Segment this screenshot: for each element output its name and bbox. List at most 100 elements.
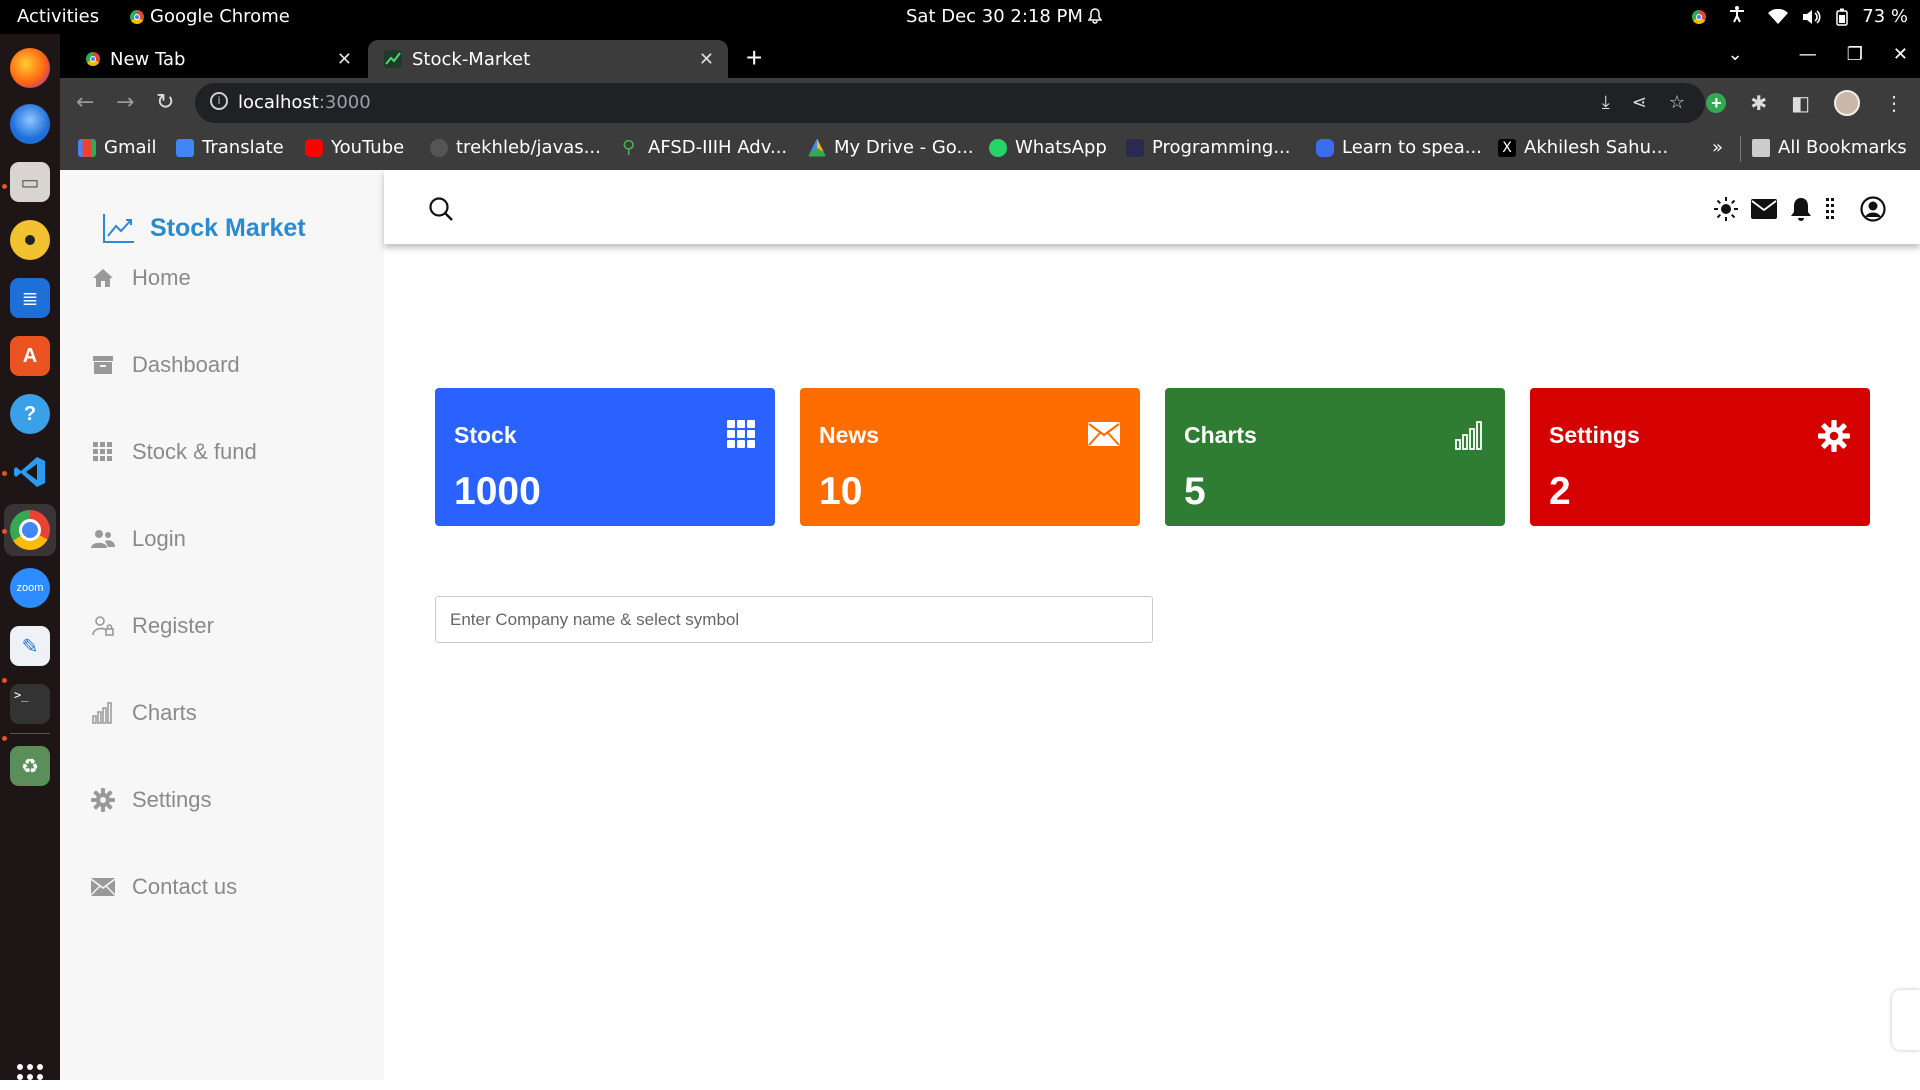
rhythmbox-icon[interactable] xyxy=(10,220,50,260)
sidebar-item-label: Login xyxy=(132,526,186,551)
share-icon[interactable]: ⋖ xyxy=(1632,92,1647,113)
close-tab-icon[interactable]: ✕ xyxy=(699,49,714,70)
bookmark-afsd[interactable]: ⚲ AFSD-IIIH Adv... xyxy=(622,137,787,158)
all-bookmarks-button[interactable]: All Bookmarks xyxy=(1752,137,1907,158)
minimize-icon[interactable]: — xyxy=(1799,44,1817,65)
programming-icon xyxy=(1126,138,1144,157)
bookmark-learn[interactable]: Learn to spea... xyxy=(1316,137,1482,158)
tab-new-tab[interactable]: New Tab ✕ xyxy=(70,40,366,78)
brand-logo[interactable]: Stock Market xyxy=(102,212,306,244)
bookmark-star-icon[interactable]: ☆ xyxy=(1669,92,1685,113)
tab-stock-market[interactable]: Stock-Market ✕ xyxy=(368,40,728,78)
app-menu[interactable]: Google Chrome xyxy=(130,6,290,27)
bar-chart-icon xyxy=(90,700,116,726)
status-indicators[interactable]: 73 % xyxy=(1768,6,1908,27)
running-indicator xyxy=(2,471,7,476)
clock[interactable]: Sat Dec 30 2:18 PM xyxy=(906,6,1083,27)
chrome-menu-icon[interactable]: ⋮ xyxy=(1884,91,1904,116)
stat-card-stock[interactable]: Stock 1000 xyxy=(435,388,775,526)
users-icon xyxy=(90,526,116,552)
sidebar-item-register[interactable]: Register xyxy=(90,613,214,639)
new-tab-button[interactable]: + xyxy=(746,42,762,74)
thunderbird-icon[interactable] xyxy=(10,104,50,144)
bookmark-label: My Drive - Go... xyxy=(834,137,974,158)
running-indicator xyxy=(2,184,7,189)
install-app-icon[interactable]: ⤓ xyxy=(1602,92,1610,113)
tab-search-icon[interactable]: ⌄ xyxy=(1728,44,1743,65)
stat-card-news[interactable]: News 10 xyxy=(800,388,1140,526)
chrome-indicator-icon[interactable] xyxy=(1692,9,1707,24)
sidebar-item-home[interactable]: Home xyxy=(90,265,191,291)
chrome-icon[interactable] xyxy=(10,510,50,550)
sidebar-item-settings[interactable]: Settings xyxy=(90,787,212,813)
header-icons xyxy=(1714,196,1886,227)
translate-icon xyxy=(176,138,194,157)
battery-icon xyxy=(1836,8,1849,26)
search-icon[interactable] xyxy=(428,196,454,227)
close-window-icon[interactable]: ✕ xyxy=(1893,44,1908,65)
chrome-icon xyxy=(130,9,144,24)
activities-button[interactable]: Activities xyxy=(17,6,99,27)
stat-card-charts[interactable]: Charts 5 xyxy=(1165,388,1505,526)
side-panel-icon[interactable]: ◧ xyxy=(1791,91,1810,116)
maximize-icon[interactable]: ❐ xyxy=(1847,44,1863,65)
bookmark-x-profile[interactable]: X Akhilesh Sahu... xyxy=(1498,137,1668,158)
firefox-icon[interactable] xyxy=(10,48,50,88)
stat-card-settings[interactable]: Settings 2 xyxy=(1530,388,1870,526)
zoom-label: zoom xyxy=(16,582,44,594)
extensions-puzzle-icon[interactable]: ✱ xyxy=(1750,91,1767,116)
x-icon: X xyxy=(1498,138,1516,157)
close-tab-icon[interactable]: ✕ xyxy=(337,49,352,70)
bookmark-gmail[interactable]: Gmail xyxy=(78,137,157,158)
accessibility-icon[interactable] xyxy=(1728,5,1746,28)
trash-icon[interactable]: ♻ xyxy=(10,746,50,786)
files-icon[interactable]: ▭ xyxy=(10,162,50,202)
side-panel-handle[interactable] xyxy=(1892,990,1920,1050)
more-bookmarks-button[interactable]: » xyxy=(1712,137,1723,158)
system-tray[interactable]: 73 % xyxy=(1692,5,1908,28)
site-info-icon[interactable]: i xyxy=(210,92,228,110)
writer-icon[interactable]: ≣ xyxy=(10,278,50,318)
sidebar-item-login[interactable]: Login xyxy=(90,526,186,552)
address-bar[interactable]: i localhost:3000 ⤓ ⋖ ☆ xyxy=(195,83,1705,123)
bookmark-translate[interactable]: Translate xyxy=(176,137,284,158)
bookmark-label: trekhleb/javas... xyxy=(456,137,601,158)
more-vertical-icon[interactable] xyxy=(1825,197,1835,226)
bookmark-youtube[interactable]: YouTube xyxy=(305,137,404,158)
reload-icon[interactable]: ↻ xyxy=(156,90,174,115)
bookmark-label: Akhilesh Sahu... xyxy=(1524,137,1669,158)
sidebar-item-contact-us[interactable]: Contact us xyxy=(90,874,237,900)
bookmark-github[interactable]: trekhleb/javas... xyxy=(430,137,601,158)
envelope-icon[interactable] xyxy=(1751,199,1777,224)
profile-avatar[interactable] xyxy=(1834,90,1860,116)
user-circle-icon[interactable] xyxy=(1860,196,1886,227)
help-icon[interactable]: ? xyxy=(10,394,50,434)
bookmark-my-drive[interactable]: My Drive - Go... xyxy=(808,137,974,158)
home-icon xyxy=(90,265,116,291)
sidebar-item-stock-fund[interactable]: Stock & fund xyxy=(90,439,257,465)
sun-icon[interactable] xyxy=(1714,197,1738,226)
running-indicator xyxy=(2,678,7,683)
show-apps-icon[interactable] xyxy=(17,1064,43,1090)
back-icon[interactable]: ← xyxy=(76,90,94,115)
bookmark-whatsapp[interactable]: WhatsApp xyxy=(989,137,1107,158)
company-search-input[interactable] xyxy=(435,596,1153,643)
sidebar-item-charts[interactable]: Charts xyxy=(90,700,197,726)
bookmark-programming[interactable]: Programming... xyxy=(1126,137,1290,158)
terminal-icon[interactable]: >_ xyxy=(10,684,50,724)
text-editor-icon[interactable]: ✎ xyxy=(10,626,50,666)
zoom-icon[interactable]: zoom xyxy=(10,568,50,608)
sidebar-item-dashboard[interactable]: Dashboard xyxy=(90,352,240,378)
grid-icon xyxy=(90,439,116,465)
youtube-icon xyxy=(305,138,323,157)
add-extension-icon[interactable]: + xyxy=(1706,93,1727,113)
forward-icon[interactable]: → xyxy=(116,90,134,115)
window-controls: ⌄ — ❐ ✕ xyxy=(1728,44,1908,65)
url-text[interactable]: localhost:3000 xyxy=(238,92,371,113)
app-center-icon[interactable]: A xyxy=(10,336,50,376)
folder-icon xyxy=(1752,138,1770,157)
vscode-icon[interactable] xyxy=(10,452,50,492)
chrome-icon xyxy=(86,52,100,66)
bell-icon[interactable] xyxy=(1790,197,1812,226)
omnibox-actions: ⤓ ⋖ ☆ xyxy=(1602,92,1685,113)
